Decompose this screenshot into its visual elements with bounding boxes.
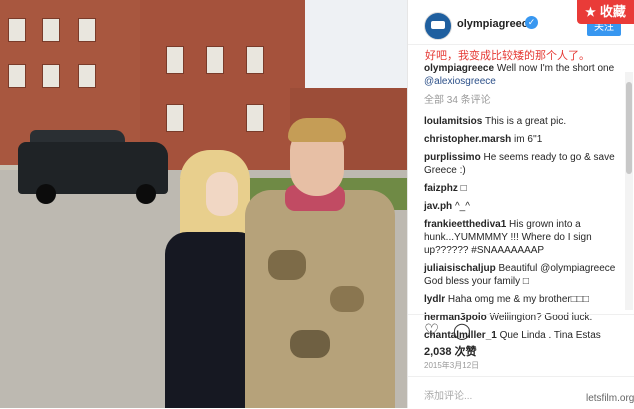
camo-patch: [290, 330, 330, 358]
comment-row: loulamitsios This is a great pic.: [424, 115, 618, 128]
comment-row: juliaisischaljup Beautiful @olympiagreec…: [424, 262, 618, 288]
collect-button[interactable]: ★ 收藏: [577, 0, 634, 24]
window: [166, 46, 184, 74]
comment-row: lydlr Haha omg me & my brother□□□: [424, 293, 618, 306]
comment-user[interactable]: lydlr: [424, 294, 445, 305]
comment-user[interactable]: juliaisischaljup: [424, 263, 496, 274]
star-icon: ★: [585, 5, 596, 19]
post-date: 2015年3月12日: [424, 361, 480, 370]
comment-user[interactable]: frankieetthediva1: [424, 219, 506, 230]
comment-text: im 6''1: [514, 134, 543, 145]
caption-text: Well now I'm the short one: [496, 63, 615, 74]
comments-scrollbar[interactable]: [625, 72, 633, 310]
username[interactable]: olympiagreece: [457, 18, 534, 30]
comment-icon[interactable]: ◯: [453, 321, 471, 341]
car-wheel: [136, 184, 156, 204]
window: [78, 18, 96, 42]
comment-user[interactable]: purplissimo: [424, 152, 481, 163]
camo-patch: [268, 250, 306, 280]
comment-row: purplissimo He seems ready to go & save …: [424, 151, 618, 177]
caption-mention[interactable]: @alexiosgreece: [424, 76, 496, 87]
avatar[interactable]: [424, 12, 452, 40]
car-wheel: [36, 184, 56, 204]
window: [78, 64, 96, 88]
woman-face: [206, 172, 238, 216]
comment-row: christopher.marsh im 6''1: [424, 133, 618, 146]
caption-author[interactable]: olympiagreece: [424, 63, 494, 74]
comment-user[interactable]: faizphz: [424, 183, 458, 194]
caption: olympiagreece Well now I'm the short one…: [424, 62, 618, 88]
caption-translation: 好吧，我变成比较矮的那个人了。: [425, 50, 590, 62]
comment-row: faizphz □: [424, 182, 618, 195]
comment-user[interactable]: jav.ph: [424, 201, 452, 212]
post-photo: [0, 0, 407, 408]
comment-text: □: [460, 183, 467, 194]
comment-user[interactable]: christopher.marsh: [424, 134, 511, 145]
scroll-thumb[interactable]: [626, 82, 632, 174]
post-panel: olympiagreece ✓ 关注 好吧，我变成比较矮的那个人了。 olymp…: [407, 0, 634, 408]
man-body: [245, 190, 395, 408]
view-all-comments-link[interactable]: 全部 34 条评论: [424, 94, 618, 107]
add-comment-placeholder: 添加评论...: [424, 391, 473, 402]
window: [206, 46, 224, 74]
watermark: letsfilm.org: [586, 393, 634, 404]
comment-row: frankieetthediva1 His grown into a hunk.…: [424, 218, 618, 257]
heart-icon[interactable]: ♡: [424, 321, 439, 341]
window: [166, 104, 184, 132]
comment-text: ^_^: [454, 201, 470, 212]
comment-text: Haha omg me & my brother□□□: [447, 294, 589, 305]
likes-count[interactable]: 2,038 次赞: [424, 343, 477, 359]
window: [42, 64, 60, 88]
window: [8, 64, 26, 88]
window: [42, 18, 60, 42]
camo-patch: [330, 286, 364, 312]
comment-row: jav.ph ^_^: [424, 200, 618, 213]
window: [246, 104, 264, 132]
window: [8, 18, 26, 42]
comments-list: olympiagreece Well now I'm the short one…: [424, 62, 618, 347]
verified-badge-icon: ✓: [525, 16, 538, 29]
window: [246, 46, 264, 74]
comment-user[interactable]: loulamitsios: [424, 116, 482, 127]
comment-text: This is a great pic.: [484, 116, 567, 127]
post-actions: ♡ ◯ 2,038 次赞 2015年3月12日: [408, 314, 634, 375]
man-hair: [288, 118, 346, 142]
